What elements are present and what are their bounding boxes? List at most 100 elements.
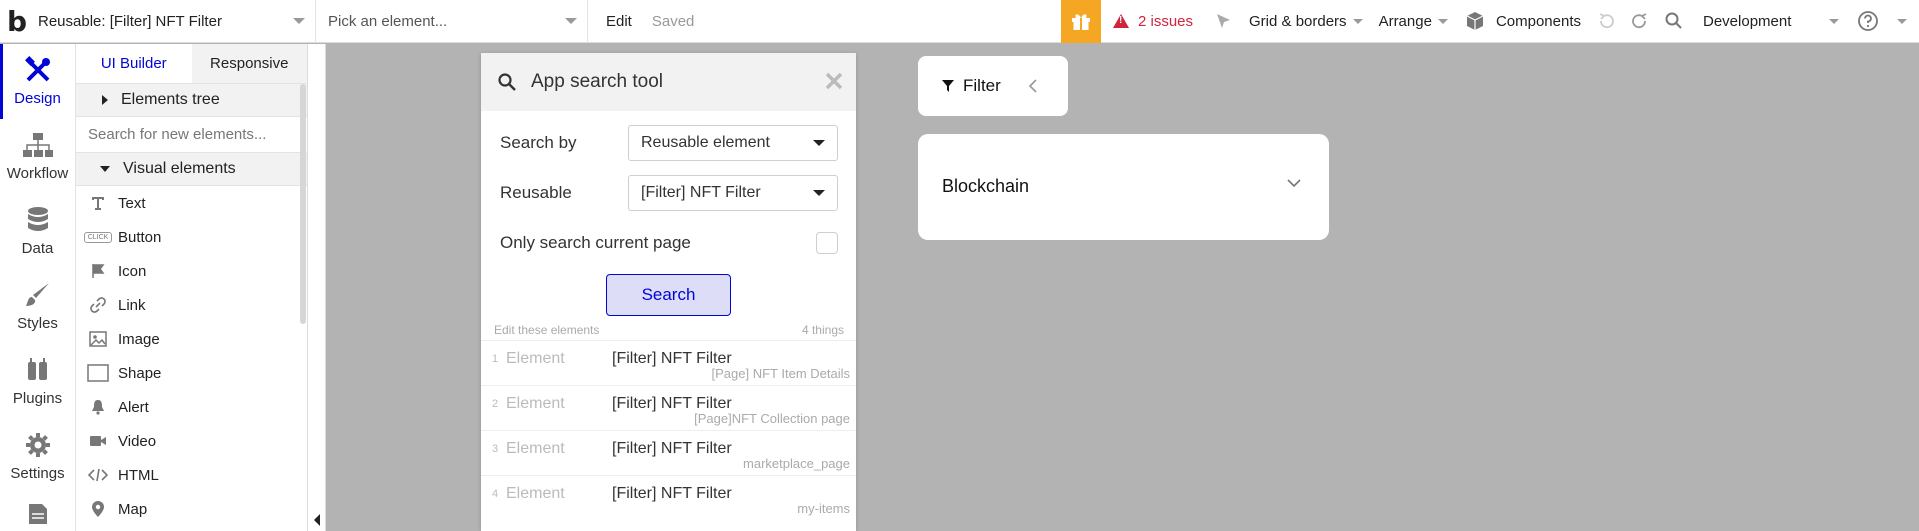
issues-indicator[interactable]: 2 issues: [1101, 13, 1207, 30]
grid-borders-label: Grid & borders: [1249, 12, 1347, 30]
top-bar: b Reusable: [Filter] NFT Filter Pick an …: [0, 0, 1919, 43]
search-button[interactable]: Search: [606, 274, 731, 316]
app-search-tool: App search tool Search by Reusable eleme…: [481, 53, 856, 531]
result-type: Element: [506, 440, 565, 457]
gift-button[interactable]: [1060, 0, 1101, 43]
help-icon: [1858, 11, 1878, 31]
rail-item-workflow[interactable]: Workflow: [0, 119, 75, 194]
workflow-icon: [22, 133, 53, 157]
code-icon: [84, 466, 112, 484]
rail-item-data[interactable]: Data: [0, 194, 75, 269]
visual-item-alert[interactable]: Alert: [76, 390, 307, 424]
visual-item-html[interactable]: HTML: [76, 458, 307, 492]
edit-menu[interactable]: Edit: [588, 13, 632, 30]
tab-ui-builder[interactable]: UI Builder: [76, 44, 192, 83]
visual-item-label: Button: [118, 228, 162, 246]
visual-item-link[interactable]: Link: [76, 288, 307, 322]
page-selector[interactable]: Reusable: [Filter] NFT Filter: [34, 0, 316, 43]
visual-item-label: Map: [118, 500, 148, 518]
visual-item-label: Alert: [118, 398, 149, 416]
flag-icon: [84, 262, 112, 280]
blockchain-label: Blockchain: [942, 176, 1030, 196]
result-number: 4: [492, 488, 499, 500]
elements-tree-toggle[interactable]: Elements tree: [76, 84, 307, 117]
search-by-dropdown[interactable]: Reusable element: [628, 125, 838, 161]
cube-icon: [1466, 12, 1484, 30]
chevron-down-icon: [813, 140, 825, 146]
rail-item-plugins[interactable]: Plugins: [0, 344, 75, 419]
account-menu[interactable]: [1885, 0, 1919, 43]
only-current-page-checkbox[interactable]: [816, 232, 838, 254]
link-icon: [84, 296, 112, 314]
rail-item-styles[interactable]: Styles: [0, 269, 75, 344]
warning-icon: [1112, 14, 1129, 28]
rail-item-design[interactable]: Design: [0, 44, 75, 119]
issues-count: 2 issues: [1137, 12, 1194, 30]
chevron-down-icon[interactable]: [1286, 178, 1302, 188]
visual-item-label: Video: [118, 432, 157, 450]
search-icon: [498, 73, 516, 91]
search-tool-header: App search tool: [481, 53, 856, 111]
close-icon[interactable]: [824, 71, 844, 91]
result-row[interactable]: 3 Element [Filter] NFT Filter marketplac…: [481, 430, 856, 475]
filter-header-element[interactable]: Filter: [918, 56, 1068, 116]
redo-button[interactable]: [1623, 0, 1657, 43]
map-pin-icon: [84, 500, 112, 518]
panel-tabs: UI Builder Responsive: [76, 44, 307, 84]
components-button[interactable]: Components: [1456, 0, 1589, 43]
visual-elements-toggle[interactable]: Visual elements: [76, 153, 307, 186]
visual-item-text[interactable]: Text: [76, 186, 307, 220]
result-row[interactable]: 2 Element [Filter] NFT Filter [Page]NFT …: [481, 385, 856, 430]
top-bar-spacer: [712, 0, 1061, 43]
chevron-down-icon: [293, 18, 305, 24]
panel-collapse-handle[interactable]: [308, 44, 326, 531]
reusable-dropdown[interactable]: [Filter] NFT Filter: [628, 175, 838, 211]
button-badge: CLICK: [83, 231, 113, 243]
chevron-left-icon[interactable]: [1028, 78, 1038, 94]
visual-item-button[interactable]: CLICK Button: [76, 220, 307, 254]
search-by-row: Search by Reusable element: [481, 118, 856, 168]
visual-item-map[interactable]: Map: [76, 492, 307, 526]
result-row[interactable]: 1 Element [Filter] NFT Filter [Page] NFT…: [481, 340, 856, 385]
only-current-page-label: Only search current page: [500, 233, 691, 252]
visual-item-video[interactable]: Video: [76, 424, 307, 458]
element-search: [76, 117, 307, 153]
pointer-tool[interactable]: [1207, 0, 1241, 43]
result-row[interactable]: 4 Element [Filter] NFT Filter my-items: [481, 475, 856, 520]
components-label: Components: [1495, 12, 1581, 30]
undo-button[interactable]: [1589, 0, 1623, 43]
image-icon: [84, 330, 112, 348]
filter-icon: [942, 80, 954, 92]
panel-scrollbar[interactable]: [300, 84, 306, 324]
chevron-down-icon: [1437, 18, 1448, 24]
visual-item-icon[interactable]: Icon: [76, 254, 307, 288]
bubble-logo[interactable]: b: [0, 0, 34, 43]
rail-label: Plugins: [12, 390, 63, 407]
help-button[interactable]: [1851, 0, 1885, 43]
visual-item-shape[interactable]: Shape: [76, 356, 307, 390]
environment-selector[interactable]: Development: [1691, 0, 1851, 43]
rail-item-settings[interactable]: Settings: [0, 419, 75, 494]
gear-icon: [25, 433, 50, 457]
arrange-menu[interactable]: Arrange: [1371, 0, 1456, 43]
element-selector[interactable]: Pick an element...: [316, 0, 588, 43]
blockchain-filter-element[interactable]: Blockchain: [918, 134, 1329, 240]
undo-icon: [1599, 13, 1614, 29]
only-current-page-row: Only search current page: [481, 218, 856, 268]
grid-borders-menu[interactable]: Grid & borders: [1241, 0, 1371, 43]
search-button[interactable]: [1657, 0, 1691, 43]
redo-icon: [1632, 13, 1647, 29]
rail-item-logs[interactable]: [0, 494, 75, 531]
caret-down-icon: [100, 166, 110, 172]
saved-status: Saved: [651, 12, 695, 30]
rail-label: Workflow: [6, 165, 69, 182]
database-icon: [27, 207, 48, 231]
result-name: [Filter] NFT Filter: [612, 440, 732, 457]
visual-item-image[interactable]: Image: [76, 322, 307, 356]
arrange-label: Arrange: [1378, 12, 1432, 30]
search-tool-title: App search tool: [531, 71, 664, 92]
tab-responsive[interactable]: Responsive: [191, 44, 307, 83]
element-search-input[interactable]: [88, 126, 298, 143]
visual-item-label: Icon: [118, 262, 147, 280]
document-icon: [28, 504, 47, 524]
